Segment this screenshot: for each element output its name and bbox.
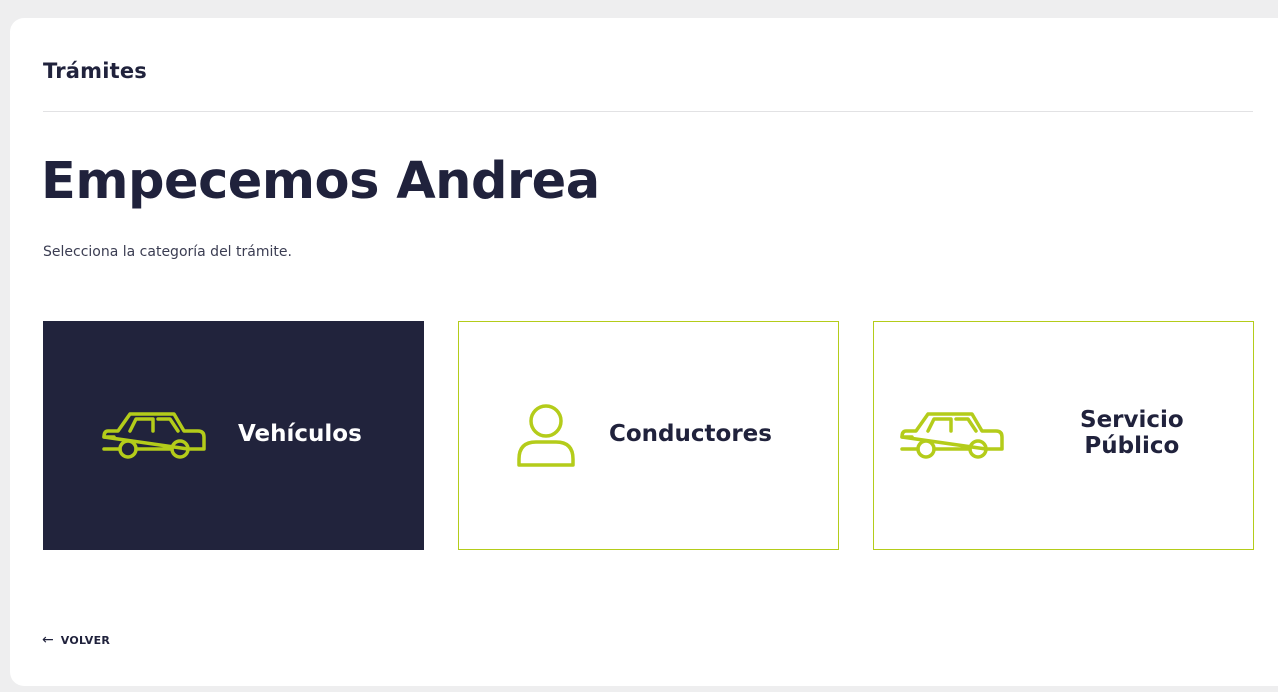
back-label: VOLVER <box>60 633 111 647</box>
back-button[interactable]: ← VOLVER <box>42 633 110 647</box>
category-label-conductores: Conductores <box>609 421 772 447</box>
category-card-conductores[interactable]: Conductores <box>458 321 839 550</box>
category-label-line: Público <box>1084 432 1180 459</box>
main-card: Trámites Empecemos Andrea Selecciona la … <box>10 18 1278 686</box>
arrow-left-icon: ← <box>42 632 54 648</box>
person-icon <box>517 404 575 467</box>
category-label-line: Servicio <box>1080 407 1184 433</box>
instruction-text: Selecciona la categoría del trámite. <box>43 244 292 260</box>
page-title: Empecemos Andrea <box>41 152 600 211</box>
category-card-servicio-publico[interactable]: Servicio Público <box>873 321 1254 550</box>
category-card-vehiculos[interactable]: Vehículos <box>43 321 424 550</box>
category-label-vehiculos: Vehículos <box>238 421 362 447</box>
car-icon <box>102 412 206 459</box>
header-divider <box>43 111 1253 112</box>
car-icon <box>900 412 1004 459</box>
category-label-servicio-publico: Servicio Público <box>1080 407 1184 460</box>
header-title: Trámites <box>43 59 148 83</box>
